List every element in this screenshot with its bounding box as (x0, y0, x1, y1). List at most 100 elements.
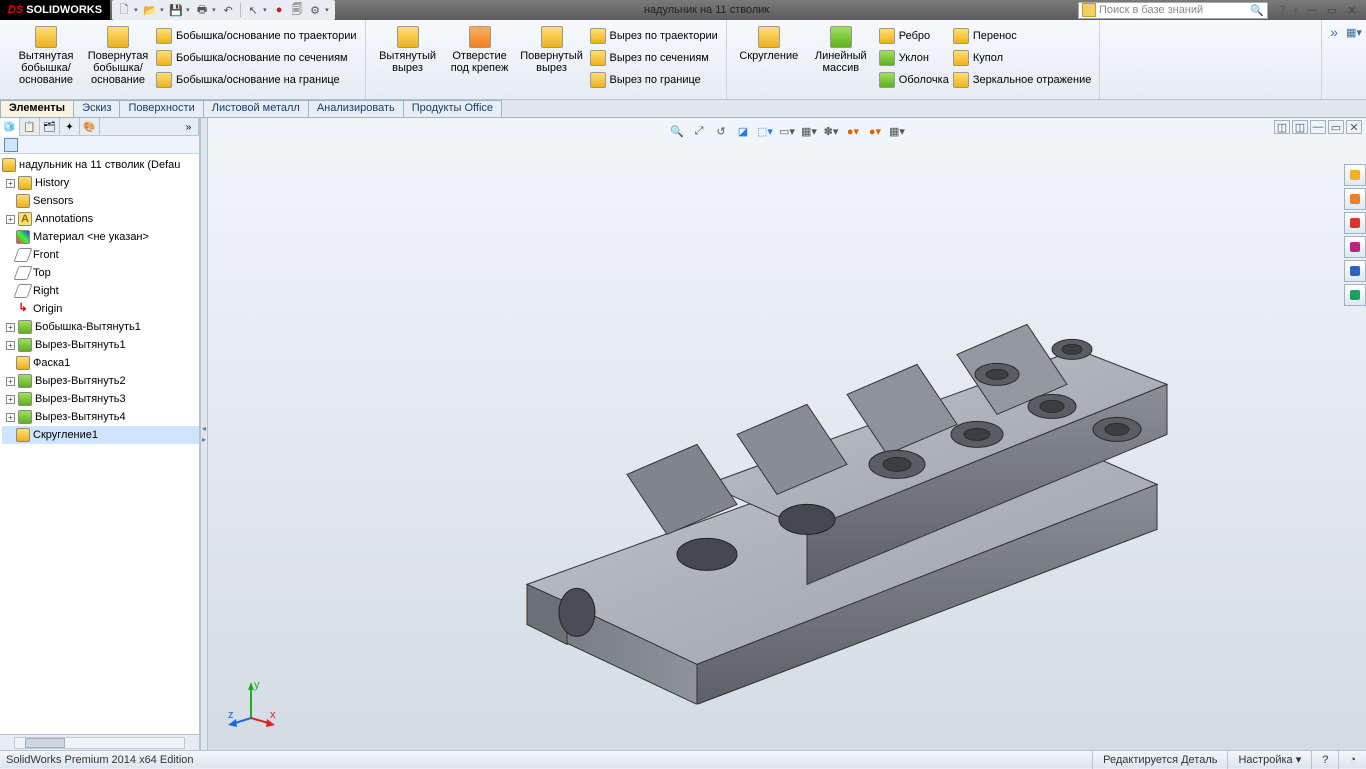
tab-sketch[interactable]: Эскиз (73, 100, 120, 117)
expand-icon[interactable]: + (6, 413, 15, 422)
extruded-cut-button[interactable]: Вытянутый вырез (372, 24, 444, 74)
hole-wizard-button[interactable]: Отверстие под крепеж (444, 24, 516, 74)
vp-btn[interactable]: ◫ (1274, 120, 1290, 134)
undo-icon[interactable]: ↶ (220, 2, 236, 18)
dropdown-icon[interactable]: ▾ (134, 6, 140, 14)
expand-icon[interactable]: + (6, 395, 15, 404)
property-manager-tab[interactable]: 📋 (20, 118, 40, 136)
ribbon-options-icon[interactable]: ▦▾ (1346, 24, 1362, 40)
tree-feature-selected[interactable]: Скругление1 (2, 426, 199, 444)
close-button[interactable]: ✕ (1344, 3, 1360, 17)
draft-button[interactable]: Уклон (877, 48, 951, 68)
display-style-icon[interactable]: ▭▾ (778, 122, 796, 140)
swept-cut-button[interactable]: Вырез по траектории (588, 26, 720, 46)
dropdown-icon[interactable]: ▾ (325, 6, 331, 14)
edit-appearance-icon[interactable]: ✽▾ (822, 122, 840, 140)
swept-boss-button[interactable]: Бобышка/основание по траектории (154, 26, 359, 46)
revolved-cut-button[interactable]: Повернутый вырез (516, 24, 588, 74)
status-unit-button[interactable]: ? (1311, 751, 1338, 769)
save-icon[interactable]: 💾 (168, 2, 184, 18)
tree-plane-front[interactable]: Front (2, 246, 199, 264)
tree-feature[interactable]: +Бобышка-Вытянуть1 (2, 318, 199, 336)
print-icon[interactable]: 🖶 (194, 2, 210, 18)
tree-plane-right[interactable]: Right (2, 282, 199, 300)
dropdown-icon[interactable]: ▾ (212, 6, 218, 14)
dropdown-icon[interactable]: ▾ (186, 6, 192, 14)
tab-sheetmetal[interactable]: Листовой металл (203, 100, 309, 117)
tree-feature[interactable]: +Вырез-Вытянуть2 (2, 372, 199, 390)
tree-history[interactable]: +History (2, 174, 199, 192)
dropdown-icon[interactable]: ▾ (263, 6, 269, 14)
extruded-boss-button[interactable]: Вытянутая бобышка/основание (10, 24, 82, 86)
mirror-button[interactable]: Зеркальное отражение (951, 70, 1094, 90)
tree-sensors[interactable]: Sensors (2, 192, 199, 210)
tree-material[interactable]: Материал <не указан> (2, 228, 199, 246)
fillet-button[interactable]: Скругление (733, 24, 805, 62)
dimxpert-tab[interactable]: ✦ (60, 118, 80, 136)
new-file-icon[interactable]: 🗋 (116, 2, 132, 18)
section-view-icon[interactable]: ◪ (734, 122, 752, 140)
tree-feature[interactable]: +Вырез-Вытянуть3 (2, 390, 199, 408)
boundary-boss-button[interactable]: Бобышка/основание на границе (154, 70, 359, 90)
taskpane-view-palette[interactable] (1344, 236, 1366, 258)
panel-expand-icon[interactable]: » (179, 118, 199, 136)
expand-icon[interactable]: + (6, 215, 15, 224)
zoom-fit-icon[interactable]: 🔍 (668, 122, 686, 140)
taskpane-resources[interactable] (1344, 164, 1366, 186)
rebuild-icon[interactable]: ● (271, 2, 287, 18)
wrap-button[interactable]: Перенос (951, 26, 1094, 46)
tree-feature[interactable]: Фаска1 (2, 354, 199, 372)
panel-splitter[interactable]: ◂▸ (200, 118, 208, 750)
linear-pattern-button[interactable]: Линейный массив (805, 24, 877, 74)
scroll-track[interactable] (14, 737, 185, 749)
tab-features[interactable]: Элементы (0, 100, 74, 117)
minimize-button[interactable]: — (1304, 3, 1320, 17)
status-customize-button[interactable]: Настройка ▾ (1227, 751, 1311, 769)
vp-maximize-button[interactable]: ▭ (1328, 120, 1344, 134)
scroll-thumb[interactable] (25, 738, 65, 748)
lofted-cut-button[interactable]: Вырез по сечениям (588, 48, 720, 68)
expand-icon[interactable]: + (6, 341, 15, 350)
boundary-cut-button[interactable]: Вырез по границе (588, 70, 720, 90)
maximize-button[interactable]: ▭ (1324, 3, 1340, 17)
revolved-boss-button[interactable]: Повернутая бобышка/основание (82, 24, 154, 86)
hide-show-icon[interactable]: ▦▾ (800, 122, 818, 140)
tab-analyze[interactable]: Анализировать (308, 100, 404, 117)
settings-icon[interactable]: ⚙ (307, 2, 323, 18)
taskpane-appearances[interactable] (1344, 260, 1366, 282)
zoom-area-icon[interactable]: ⤢ (690, 122, 708, 140)
lofted-boss-button[interactable]: Бобышка/основание по сечениям (154, 48, 359, 68)
tree-root[interactable]: надульник на 11 стволик (Defau (2, 156, 199, 174)
tree-feature[interactable]: +Вырез-Вытянуть4 (2, 408, 199, 426)
graphics-viewport[interactable]: 🔍 ⤢ ↺ ◪ ⬚▾ ▭▾ ▦▾ ✽▾ ●▾ ●▾ ▦▾ ◫ ◫ — ▭ ✕ (208, 118, 1366, 750)
display-manager-tab[interactable]: 🎨 (80, 118, 100, 136)
tree-plane-top[interactable]: Top (2, 264, 199, 282)
status-rebuild-icon[interactable]: ◔ (1338, 751, 1366, 769)
overflow-icon[interactable]: » (1326, 24, 1342, 40)
tree-origin[interactable]: ↳Origin (2, 300, 199, 318)
expand-icon[interactable]: + (6, 377, 15, 386)
taskpane-file-explorer[interactable] (1344, 212, 1366, 234)
select-icon[interactable]: ↖ (245, 2, 261, 18)
expand-icon[interactable]: + (6, 323, 15, 332)
knowledge-search-input[interactable]: Поиск в базе знаний 🔍 (1078, 2, 1268, 19)
previous-view-icon[interactable]: ↺ (712, 122, 730, 140)
tree-filter-bar[interactable] (0, 136, 199, 154)
tab-office[interactable]: Продукты Office (403, 100, 502, 117)
view-orientation-icon[interactable]: ⬚▾ (756, 122, 774, 140)
dome-button[interactable]: Купол (951, 48, 1094, 68)
vp-btn[interactable]: ◫ (1292, 120, 1308, 134)
feature-tree-tab[interactable]: 🧊 (0, 118, 20, 136)
view-settings-icon[interactable]: ●▾ (866, 122, 884, 140)
tab-surfaces[interactable]: Поверхности (119, 100, 203, 117)
orientation-triad[interactable]: y x z (226, 678, 276, 728)
apply-scene-icon[interactable]: ●▾ (844, 122, 862, 140)
render-icon[interactable]: ▦▾ (888, 122, 906, 140)
tree-feature[interactable]: +Вырез-Вытянуть1 (2, 336, 199, 354)
dropdown-icon[interactable]: ▾ (160, 6, 166, 14)
vp-close-button[interactable]: ✕ (1346, 120, 1362, 134)
vp-minimize-button[interactable]: — (1310, 120, 1326, 134)
taskpane-custom-props[interactable] (1344, 284, 1366, 306)
dropdown-icon[interactable]: ▾ (1294, 6, 1300, 14)
configuration-tab[interactable]: 🗂 (40, 118, 60, 136)
